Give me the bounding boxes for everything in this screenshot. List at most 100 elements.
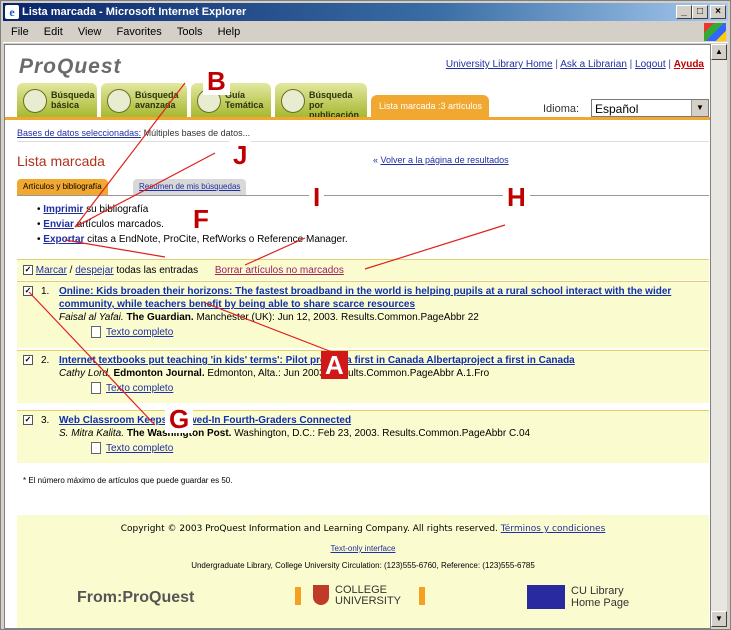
subtab-articles[interactable]: Artículos y bibliografía xyxy=(17,179,108,195)
selected-databases-value: Múltiples bases de datos... xyxy=(143,128,251,138)
full-text-label: Texto completo xyxy=(106,443,174,454)
full-text-label: Texto completo xyxy=(106,383,174,394)
logo-bar xyxy=(419,587,425,605)
selected-databases: Bases de datos seleccionadas: Múltiples … xyxy=(17,128,250,138)
delete-unmarked-link[interactable]: Borrar artículos no marcados xyxy=(215,265,344,276)
link-help[interactable]: Ayuda xyxy=(674,59,704,70)
link-logout[interactable]: Logout xyxy=(635,59,666,70)
link-library-home[interactable]: University Library Home xyxy=(446,59,553,70)
library-icon xyxy=(527,585,565,609)
scroll-up-icon[interactable]: ▲ xyxy=(711,44,727,60)
email-link[interactable]: Enviar xyxy=(43,219,74,230)
full-text-link[interactable]: Texto completo xyxy=(91,442,707,455)
publication-search-icon xyxy=(281,89,305,113)
browser-window: e Lista marcada - Microsoft Internet Exp… xyxy=(0,0,731,630)
selected-databases-link[interactable]: Bases de datos seleccionadas: xyxy=(17,128,141,138)
article-number: 1. xyxy=(41,286,50,297)
text-only-link[interactable]: Text-only interface xyxy=(17,544,709,553)
article-title-link[interactable]: Internet textbooks put teaching 'in kids… xyxy=(59,355,575,366)
logo-text: UNIVERSITY xyxy=(335,595,402,607)
close-button[interactable]: × xyxy=(710,5,726,19)
menu-help[interactable]: Help xyxy=(218,26,241,38)
mark-all-bar: ✓ Marcar / despejar todas las entradas B… xyxy=(17,259,709,280)
divider xyxy=(17,141,709,142)
top-links: University Library Home | Ask a Libraria… xyxy=(445,59,704,70)
action-text: artículos marcados. xyxy=(73,219,164,230)
basic-search-icon xyxy=(23,89,47,113)
advanced-search-icon xyxy=(107,89,131,113)
article-title-link[interactable]: Web Classroom Keeps Snowed-In Fourth-Gra… xyxy=(59,415,351,426)
title-bar: e Lista marcada - Microsoft Internet Exp… xyxy=(3,3,728,21)
export-link[interactable]: Exportar xyxy=(43,234,84,245)
subtab-search-summary[interactable]: Resumen de mis búsquedas xyxy=(133,179,247,195)
mark-all-checkbox[interactable]: ✓ xyxy=(23,265,33,276)
ie-icon: e xyxy=(5,5,19,19)
tab-label: Búsqueda por xyxy=(309,90,353,110)
action-text: su bibliografía xyxy=(83,204,149,215)
mark-all-link[interactable]: Marcar xyxy=(36,265,67,276)
page-title: Lista marcada xyxy=(17,153,105,169)
article-author: S. Mitra Kalita. xyxy=(59,428,125,439)
logo-text: Home Page xyxy=(571,597,630,609)
full-text-label: Texto completo xyxy=(106,327,174,338)
tab-advanced-search[interactable]: Búsqueda avanzada xyxy=(101,83,187,117)
from-proquest-logo: From:ProQuest xyxy=(77,589,195,606)
annotation-label-f: F xyxy=(189,205,213,233)
menu-bar: File Edit View Favorites Tools Help xyxy=(3,22,728,43)
article-item: ✓ 1. Online: Kids broaden their horizons… xyxy=(23,285,671,339)
chevron-down-icon[interactable]: ▼ xyxy=(691,100,708,116)
article-checkbox[interactable]: ✓ xyxy=(23,355,33,366)
back-to-results-link[interactable]: Volver a la página de resultados xyxy=(381,155,509,165)
tab-publication-search[interactable]: Búsqueda por publicación xyxy=(275,83,367,120)
tab-marked-list[interactable]: Lista marcada :3 artículos xyxy=(371,95,489,117)
full-text-link[interactable]: Texto completo xyxy=(91,382,707,395)
back-to-results: « Volver a la página de resultados xyxy=(373,155,509,165)
menu-favorites[interactable]: Favorites xyxy=(117,26,162,38)
mark-all-text: todas las entradas xyxy=(113,265,199,276)
logo-text: CU Library xyxy=(571,585,624,597)
article-checkbox[interactable]: ✓ xyxy=(23,286,33,297)
tab-label: Búsqueda xyxy=(51,90,95,100)
windows-logo-icon xyxy=(704,23,726,41)
full-text-link[interactable]: Texto completo xyxy=(91,326,707,339)
tab-label: Búsqueda xyxy=(135,90,179,100)
tab-label: avanzada xyxy=(135,100,176,110)
vertical-scrollbar[interactable]: ▲ ▼ xyxy=(711,44,727,627)
tab-label: Lista marcada :3 artículos xyxy=(379,101,483,111)
minimize-button[interactable]: _ xyxy=(676,5,692,19)
menu-edit[interactable]: Edit xyxy=(44,26,63,38)
annotation-label-j: J xyxy=(229,141,252,169)
annotation-label-a: A xyxy=(321,351,348,379)
tab-label: básica xyxy=(51,100,80,110)
article-details: Washington, D.C.: Feb 23, 2003. Results.… xyxy=(231,428,531,439)
language-select[interactable]: Español ▼ xyxy=(591,99,709,117)
slash: / xyxy=(66,265,76,276)
logo-bar xyxy=(295,587,301,605)
print-link[interactable]: Imprimir xyxy=(43,204,83,215)
menu-file[interactable]: File xyxy=(11,26,29,38)
annotation-label-h: H xyxy=(503,183,530,211)
article-title-link[interactable]: Online: Kids broaden their horizons: The… xyxy=(59,286,671,310)
terms-link[interactable]: Términos y condiciones xyxy=(501,524,606,534)
article-row: ✓ 3. Web Classroom Keeps Snowed-In Fourt… xyxy=(17,410,709,463)
copyright-text: Copyright © 2003 ProQuest Information an… xyxy=(120,524,498,534)
article-item: ✓ 2. Internet textbooks put teaching 'in… xyxy=(23,354,575,395)
article-checkbox[interactable]: ✓ xyxy=(23,415,33,426)
subtab-underline xyxy=(17,195,709,196)
scroll-down-icon[interactable]: ▼ xyxy=(711,611,727,627)
link-ask-librarian[interactable]: Ask a Librarian xyxy=(560,59,627,70)
maximize-button[interactable]: □ xyxy=(692,5,708,19)
article-author: Faisal al Yafai. xyxy=(59,312,124,323)
menu-view[interactable]: View xyxy=(78,26,102,38)
tab-basic-search[interactable]: Búsqueda básica xyxy=(17,83,97,117)
clear-all-link[interactable]: despejar xyxy=(75,265,113,276)
annotation-label-b: B xyxy=(203,67,230,95)
menu-tools[interactable]: Tools xyxy=(177,26,203,38)
library-address: Undergraduate Library, College Universit… xyxy=(191,561,535,570)
window-title: Lista marcada - Microsoft Internet Explo… xyxy=(22,6,247,18)
article-row: ✓ 1. Online: Kids broaden their horizons… xyxy=(17,281,709,348)
document-icon xyxy=(91,442,101,455)
document-icon xyxy=(91,326,101,339)
footer: Copyright © 2003 ProQuest Information an… xyxy=(17,515,709,628)
article-number: 2. xyxy=(41,355,50,366)
